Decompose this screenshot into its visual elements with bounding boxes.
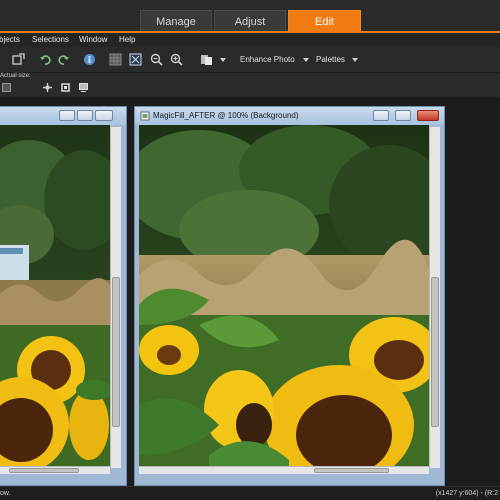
status-message: ow.: [0, 490, 11, 497]
menu-window[interactable]: Window: [79, 35, 107, 44]
menu-objects[interactable]: bjects: [0, 35, 20, 44]
before-hscroll-thumb[interactable]: [9, 468, 79, 473]
mode-tab-bar: Manage Adjust Edit: [0, 0, 500, 32]
image-icon[interactable]: [2, 83, 11, 92]
move-icon[interactable]: [43, 83, 52, 92]
info-icon[interactable]: [83, 53, 96, 66]
before-image-canvas[interactable]: [0, 125, 110, 466]
maximize-button[interactable]: [395, 110, 411, 121]
after-vertical-scrollbar[interactable]: [429, 127, 440, 468]
after-image-window[interactable]: MagicFill_AFTER @ 100% (Background): [134, 106, 445, 486]
layers-icon[interactable]: [200, 53, 213, 66]
menu-bar: bjects Selections Window Help: [0, 33, 500, 47]
fit-icon[interactable]: [129, 53, 142, 66]
layers-dropdown-arrow[interactable]: [220, 58, 226, 62]
maximize-button[interactable]: [77, 110, 93, 121]
crop-icon[interactable]: [61, 83, 70, 92]
after-hscroll-thumb[interactable]: [314, 468, 389, 473]
enhance-photo-button[interactable]: Enhance Photo: [240, 55, 295, 64]
cursor-coordinates: (x1427 y:604) - (R:2: [435, 490, 498, 497]
tab-edit[interactable]: Edit: [288, 10, 361, 32]
after-window-titlebar[interactable]: MagicFill_AFTER @ 100% (Background): [135, 107, 444, 125]
after-vscroll-thumb[interactable]: [431, 277, 439, 427]
zoom-in-icon[interactable]: [170, 53, 183, 66]
select-icon[interactable]: [12, 53, 25, 66]
before-window-titlebar[interactable]: [0, 107, 126, 125]
grid-icon[interactable]: [109, 53, 122, 66]
workspace: MagicFill_AFTER @ 100% (Background): [0, 97, 500, 486]
menu-help[interactable]: Help: [119, 35, 135, 44]
app-window: Manage Adjust Edit bjects Selections Win…: [0, 0, 500, 500]
after-image-canvas[interactable]: [139, 125, 429, 466]
tab-adjust[interactable]: Adjust: [214, 10, 286, 32]
status-bar: ow. (x1427 y:604) - (R:2: [0, 486, 500, 500]
actual-size-label: Actual size:: [0, 73, 31, 79]
minimize-button[interactable]: [373, 110, 389, 121]
before-vscroll-thumb[interactable]: [112, 277, 120, 427]
before-photo: [0, 125, 110, 466]
after-photo: [139, 125, 429, 466]
tab-manage[interactable]: Manage: [140, 10, 212, 32]
menu-selections[interactable]: Selections: [32, 35, 69, 44]
secondary-toolbar: Actual size:: [0, 73, 500, 97]
undo-icon[interactable]: [39, 53, 52, 66]
before-image-window[interactable]: [0, 106, 127, 486]
enhance-dropdown-arrow[interactable]: [303, 58, 309, 62]
after-horizontal-scrollbar[interactable]: [139, 466, 429, 474]
close-button[interactable]: [417, 110, 439, 121]
minimize-button[interactable]: [59, 110, 75, 121]
main-toolbar: Enhance Photo Palettes: [0, 47, 500, 73]
palettes-dropdown-arrow[interactable]: [352, 58, 358, 62]
after-window-title: MagicFill_AFTER @ 100% (Background): [153, 111, 299, 120]
palettes-button[interactable]: Palettes: [316, 55, 345, 64]
before-horizontal-scrollbar[interactable]: [0, 466, 110, 474]
before-vertical-scrollbar[interactable]: [110, 127, 121, 468]
close-button[interactable]: [95, 110, 113, 121]
resize-icon[interactable]: [79, 83, 88, 92]
zoom-out-icon[interactable]: [150, 53, 163, 66]
document-icon: [140, 111, 150, 121]
redo-icon[interactable]: [57, 53, 70, 66]
